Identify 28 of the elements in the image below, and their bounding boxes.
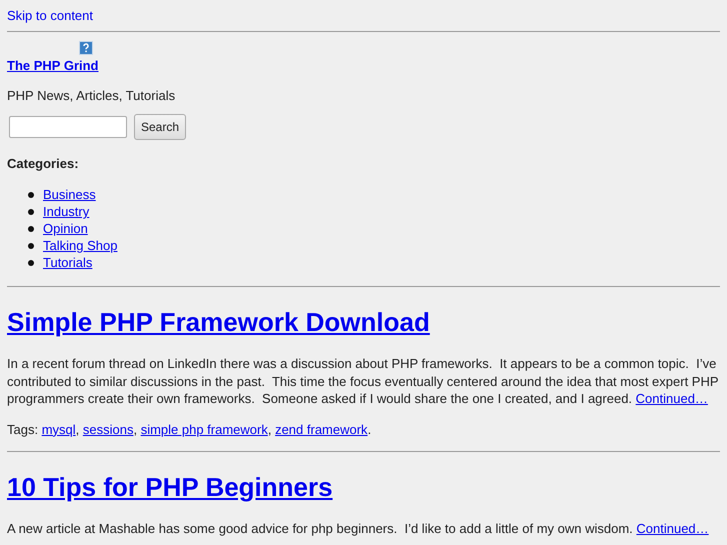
post-title[interactable]: 10 Tips for PHP Beginners bbox=[7, 472, 333, 502]
category-link[interactable]: Tutorials bbox=[43, 254, 92, 271]
site-tagline: PHP News, Articles, Tutorials bbox=[7, 87, 176, 104]
category-link[interactable]: Talking Shop bbox=[43, 237, 118, 254]
post-title[interactable]: Simple PHP Framework Download bbox=[7, 307, 430, 337]
category-link[interactable]: Opinion bbox=[43, 220, 88, 237]
search-button[interactable]: Search bbox=[134, 114, 186, 140]
category-link[interactable]: Business bbox=[43, 186, 96, 203]
tag-link[interactable]: mysql bbox=[42, 422, 76, 436]
tag-link[interactable]: zend framework bbox=[275, 422, 368, 436]
continued-link[interactable]: Continued… bbox=[636, 520, 709, 536]
post-excerpt: In a recent forum thread on LinkedIn there was a discussion about PHP frameworks. It appears to be a common topic. I’ve contributed to similar discussions in the past. This time the focus eventually centered around the idea that most expert PHP programmers create their own frameworks. Someone asked if I would share the one I created, and I agreed. Continued… bbox=[7, 355, 720, 408]
search-field[interactable] bbox=[9, 116, 127, 138]
tag-link[interactable]: sessions bbox=[82, 422, 134, 436]
post-excerpt: A new article at Mashable has some good advice for php beginners. I’d like to add a little of my own wisdom. Continued… bbox=[7, 520, 710, 537]
bullet-icon bbox=[28, 192, 34, 198]
tag-link[interactable]: simple php framework bbox=[140, 422, 268, 436]
bullet-icon bbox=[28, 260, 34, 266]
bullet-icon bbox=[28, 208, 34, 214]
bullet-icon bbox=[28, 226, 34, 232]
continued-link[interactable]: Continued… bbox=[636, 391, 708, 406]
category-link[interactable]: Industry bbox=[43, 203, 90, 220]
site-title[interactable]: The PHP Grind bbox=[7, 57, 98, 75]
categories-heading: Categories: bbox=[7, 155, 80, 172]
bullet-icon bbox=[28, 242, 34, 248]
skip-link[interactable]: Skip to content bbox=[7, 7, 93, 24]
post-tags: Tags: mysql, sessions, simple php framework, zend framework. bbox=[7, 420, 720, 438]
broken-image-icon bbox=[79, 41, 93, 55]
